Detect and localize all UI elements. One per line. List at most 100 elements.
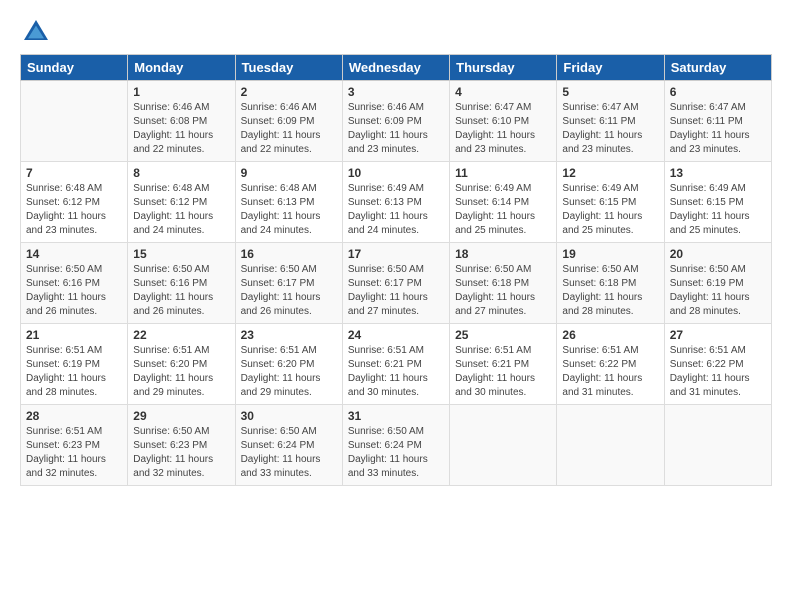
day-number: 27 [670, 328, 766, 342]
col-header-wednesday: Wednesday [342, 55, 449, 81]
day-info: Sunrise: 6:49 AM Sunset: 6:15 PM Dayligh… [670, 182, 766, 238]
day-number: 16 [241, 247, 337, 261]
day-info: Sunrise: 6:48 AM Sunset: 6:12 PM Dayligh… [26, 182, 122, 238]
day-cell: 25 Sunrise: 6:51 AM Sunset: 6:21 PM Dayli… [450, 324, 557, 405]
day-cell [21, 81, 128, 162]
day-cell: 19 Sunrise: 6:50 AM Sunset: 6:18 PM Dayli… [557, 243, 664, 324]
day-number: 20 [670, 247, 766, 261]
day-cell: 2 Sunrise: 6:46 AM Sunset: 6:09 PM Daylig… [235, 81, 342, 162]
day-cell: 14Sunrise: 6:50 AM Sunset: 6:16 PM Dayli… [21, 243, 128, 324]
day-cell [664, 405, 771, 486]
day-cell: 18 Sunrise: 6:50 AM Sunset: 6:18 PM Dayli… [450, 243, 557, 324]
day-number: 11 [455, 166, 551, 180]
day-number: 13 [670, 166, 766, 180]
day-number: 3 [348, 85, 444, 99]
day-cell: 20 Sunrise: 6:50 AM Sunset: 6:19 PM Dayli… [664, 243, 771, 324]
day-info: Sunrise: 6:51 AM Sunset: 6:21 PM Dayligh… [455, 344, 551, 400]
week-row-1: 1 Sunrise: 6:46 AM Sunset: 6:08 PM Daylig… [21, 81, 772, 162]
day-info: Sunrise: 6:47 AM Sunset: 6:11 PM Dayligh… [670, 101, 766, 157]
day-number: 5 [562, 85, 658, 99]
col-header-sunday: Sunday [21, 55, 128, 81]
day-info: Sunrise: 6:48 AM Sunset: 6:12 PM Dayligh… [133, 182, 229, 238]
day-cell: 28 Sunrise: 6:51 AM Sunset: 6:23 PM Dayli… [21, 405, 128, 486]
day-cell: 13 Sunrise: 6:49 AM Sunset: 6:15 PM Dayli… [664, 162, 771, 243]
day-cell: 31Sunrise: 6:50 AM Sunset: 6:24 PM Dayli… [342, 405, 449, 486]
day-number: 15 [133, 247, 229, 261]
day-cell: 10 Sunrise: 6:49 AM Sunset: 6:13 PM Dayli… [342, 162, 449, 243]
week-row-3: 14Sunrise: 6:50 AM Sunset: 6:16 PM Dayli… [21, 243, 772, 324]
col-header-friday: Friday [557, 55, 664, 81]
col-header-thursday: Thursday [450, 55, 557, 81]
day-info: Sunrise: 6:46 AM Sunset: 6:08 PM Dayligh… [133, 101, 229, 157]
day-cell: 26 Sunrise: 6:51 AM Sunset: 6:22 PM Dayli… [557, 324, 664, 405]
day-number: 26 [562, 328, 658, 342]
day-number: 30 [241, 409, 337, 423]
day-number: 29 [133, 409, 229, 423]
day-info: Sunrise: 6:50 AM Sunset: 6:18 PM Dayligh… [562, 263, 658, 319]
day-info: Sunrise: 6:50 AM Sunset: 6:17 PM Dayligh… [348, 263, 444, 319]
header-row: SundayMondayTuesdayWednesdayThursdayFrid… [21, 55, 772, 81]
day-cell: 7Sunrise: 6:48 AM Sunset: 6:12 PM Daylig… [21, 162, 128, 243]
day-info: Sunrise: 6:51 AM Sunset: 6:19 PM Dayligh… [26, 344, 122, 400]
logo [20, 16, 56, 48]
day-info: Sunrise: 6:50 AM Sunset: 6:24 PM Dayligh… [348, 425, 444, 481]
calendar-table: SundayMondayTuesdayWednesdayThursdayFrid… [20, 54, 772, 486]
day-cell: 1 Sunrise: 6:46 AM Sunset: 6:08 PM Daylig… [128, 81, 235, 162]
day-cell: 22Sunrise: 6:51 AM Sunset: 6:20 PM Dayli… [128, 324, 235, 405]
day-cell: 4 Sunrise: 6:47 AM Sunset: 6:10 PM Daylig… [450, 81, 557, 162]
day-number: 25 [455, 328, 551, 342]
day-number: 18 [455, 247, 551, 261]
day-info: Sunrise: 6:50 AM Sunset: 6:19 PM Dayligh… [670, 263, 766, 319]
day-cell: 11 Sunrise: 6:49 AM Sunset: 6:14 PM Dayli… [450, 162, 557, 243]
day-number: 1 [133, 85, 229, 99]
day-number: 23 [241, 328, 337, 342]
day-info: Sunrise: 6:49 AM Sunset: 6:15 PM Dayligh… [562, 182, 658, 238]
day-number: 17 [348, 247, 444, 261]
day-info: Sunrise: 6:49 AM Sunset: 6:14 PM Dayligh… [455, 182, 551, 238]
day-number: 24 [348, 328, 444, 342]
page-container: SundayMondayTuesdayWednesdayThursdayFrid… [0, 0, 792, 496]
day-info: Sunrise: 6:50 AM Sunset: 6:24 PM Dayligh… [241, 425, 337, 481]
day-cell [450, 405, 557, 486]
day-number: 19 [562, 247, 658, 261]
day-cell: 23Sunrise: 6:51 AM Sunset: 6:20 PM Dayli… [235, 324, 342, 405]
day-info: Sunrise: 6:49 AM Sunset: 6:13 PM Dayligh… [348, 182, 444, 238]
day-cell: 3 Sunrise: 6:46 AM Sunset: 6:09 PM Daylig… [342, 81, 449, 162]
day-number: 9 [241, 166, 337, 180]
week-row-5: 28 Sunrise: 6:51 AM Sunset: 6:23 PM Dayli… [21, 405, 772, 486]
day-info: Sunrise: 6:51 AM Sunset: 6:22 PM Dayligh… [562, 344, 658, 400]
day-info: Sunrise: 6:50 AM Sunset: 6:17 PM Dayligh… [241, 263, 337, 319]
col-header-monday: Monday [128, 55, 235, 81]
day-cell: 15Sunrise: 6:50 AM Sunset: 6:16 PM Dayli… [128, 243, 235, 324]
day-info: Sunrise: 6:50 AM Sunset: 6:18 PM Dayligh… [455, 263, 551, 319]
day-info: Sunrise: 6:51 AM Sunset: 6:21 PM Dayligh… [348, 344, 444, 400]
day-info: Sunrise: 6:50 AM Sunset: 6:23 PM Dayligh… [133, 425, 229, 481]
day-cell: 9 Sunrise: 6:48 AM Sunset: 6:13 PM Daylig… [235, 162, 342, 243]
day-cell: 16 Sunrise: 6:50 AM Sunset: 6:17 PM Dayli… [235, 243, 342, 324]
day-cell: 21Sunrise: 6:51 AM Sunset: 6:19 PM Dayli… [21, 324, 128, 405]
day-number: 6 [670, 85, 766, 99]
day-number: 10 [348, 166, 444, 180]
day-cell: 24 Sunrise: 6:51 AM Sunset: 6:21 PM Dayli… [342, 324, 449, 405]
day-number: 2 [241, 85, 337, 99]
day-info: Sunrise: 6:51 AM Sunset: 6:22 PM Dayligh… [670, 344, 766, 400]
week-row-2: 7Sunrise: 6:48 AM Sunset: 6:12 PM Daylig… [21, 162, 772, 243]
day-number: 12 [562, 166, 658, 180]
day-cell: 17 Sunrise: 6:50 AM Sunset: 6:17 PM Dayli… [342, 243, 449, 324]
day-info: Sunrise: 6:46 AM Sunset: 6:09 PM Dayligh… [348, 101, 444, 157]
day-number: 4 [455, 85, 551, 99]
day-cell: 8 Sunrise: 6:48 AM Sunset: 6:12 PM Daylig… [128, 162, 235, 243]
logo-icon [20, 16, 52, 48]
day-number: 8 [133, 166, 229, 180]
day-info: Sunrise: 6:51 AM Sunset: 6:23 PM Dayligh… [26, 425, 122, 481]
day-cell: 5Sunrise: 6:47 AM Sunset: 6:11 PM Daylig… [557, 81, 664, 162]
day-cell: 6 Sunrise: 6:47 AM Sunset: 6:11 PM Daylig… [664, 81, 771, 162]
day-cell: 12 Sunrise: 6:49 AM Sunset: 6:15 PM Dayli… [557, 162, 664, 243]
day-number: 22 [133, 328, 229, 342]
day-info: Sunrise: 6:46 AM Sunset: 6:09 PM Dayligh… [241, 101, 337, 157]
day-info: Sunrise: 6:48 AM Sunset: 6:13 PM Dayligh… [241, 182, 337, 238]
day-cell: 30 Sunrise: 6:50 AM Sunset: 6:24 PM Dayli… [235, 405, 342, 486]
day-info: Sunrise: 6:47 AM Sunset: 6:10 PM Dayligh… [455, 101, 551, 157]
col-header-saturday: Saturday [664, 55, 771, 81]
day-number: 28 [26, 409, 122, 423]
